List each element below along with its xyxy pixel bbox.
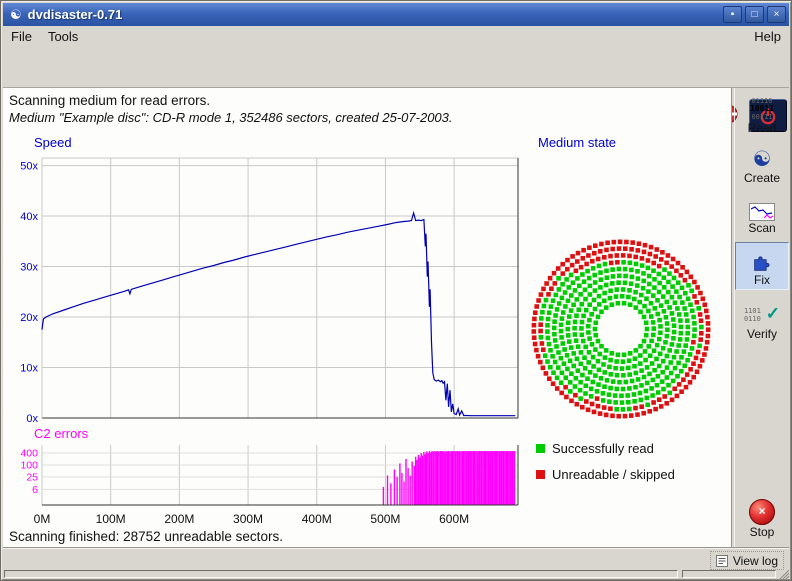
log-icon (716, 555, 728, 567)
svg-text:10x: 10x (20, 363, 38, 375)
status-headline: Scanning medium for read errors. (9, 93, 210, 108)
toolbar: Optical drive 52X FW 1.02 ▼ 01111001 (3, 47, 789, 88)
verify-check-icon: 1101 0110 ✓ (744, 305, 780, 327)
scan-graph-icon (749, 203, 775, 221)
verify-button-label: Verify (747, 327, 777, 341)
view-log-button[interactable]: View log (710, 551, 784, 570)
app-window: ☯ dvdisaster-0.71 ▪ □ × File Tools Help … (0, 0, 792, 581)
svg-text:50x: 50x (20, 161, 38, 173)
svg-text:200M: 200M (164, 512, 194, 526)
stop-button-label: Stop (750, 525, 775, 539)
app-icon: ☯ (10, 3, 22, 26)
svg-text:100M: 100M (96, 512, 126, 526)
titlebar[interactable]: ☯ dvdisaster-0.71 ▪ □ × (3, 3, 789, 26)
legend-bad: Unreadable / skipped (536, 467, 675, 482)
result-text: Scanning finished: 28752 unreadable sect… (9, 529, 283, 544)
speed-chart-title: Speed (34, 135, 72, 150)
minimize-button[interactable]: ▪ (723, 6, 742, 23)
menu-spacer (86, 27, 746, 47)
svg-text:6: 6 (32, 484, 38, 496)
svg-text:400: 400 (20, 447, 38, 459)
fix-button[interactable]: Fix (735, 242, 789, 290)
verify-button[interactable]: 1101 0110 ✓ Verify (735, 294, 789, 344)
svg-text:300M: 300M (233, 512, 263, 526)
svg-text:0M: 0M (34, 512, 51, 526)
read-button[interactable]: 01110 10011 00111 Read (735, 92, 789, 138)
fix-button-label: Fix (754, 273, 770, 287)
menubar: File Tools Help (3, 27, 789, 47)
svg-text:600M: 600M (439, 512, 469, 526)
svg-text:20x: 20x (20, 312, 38, 324)
svg-text:0x: 0x (26, 413, 38, 425)
svg-text:100: 100 (20, 460, 38, 472)
statusbar (3, 569, 789, 579)
create-button[interactable]: ☯ Create (735, 142, 789, 188)
statusbar-panel-right (682, 570, 776, 578)
legend-good: Successfully read (536, 441, 654, 456)
svg-text:40x: 40x (20, 211, 38, 223)
status-subline: Medium "Example disc": CD-R mode 1, 3524… (9, 110, 453, 125)
disc-state-graphic (520, 230, 722, 432)
svg-text:25: 25 (26, 472, 38, 484)
bottom-bar: View log (3, 547, 789, 570)
statusbar-panel (4, 570, 678, 578)
legend-bad-label: Unreadable / skipped (552, 467, 675, 482)
speed-and-c2-chart: 0M 100M 200M 300M 400M 500M 600M 0x 10x 20x 30x 40x… (5, 150, 525, 532)
menu-help[interactable]: Help (746, 27, 789, 47)
close-button[interactable]: × (767, 6, 786, 23)
menu-file[interactable]: File (3, 27, 40, 47)
binary-read-icon: 01110 10011 00111 (750, 97, 774, 121)
stop-x-icon: × (749, 499, 775, 525)
window-title: dvdisaster-0.71 (28, 7, 723, 22)
svg-text:400M: 400M (302, 512, 332, 526)
legend-bad-swatch (536, 470, 545, 479)
legend-good-label: Successfully read (552, 441, 654, 456)
scan-canvas: Scanning medium for read errors. Medium … (3, 88, 731, 547)
scan-button[interactable]: Scan (735, 192, 789, 238)
read-button-label: Read (748, 121, 777, 135)
stop-button[interactable]: × Stop (735, 496, 789, 542)
svg-text:500M: 500M (370, 512, 400, 526)
scan-button-label: Scan (748, 221, 775, 235)
yin-yang-icon: ☯ (753, 149, 772, 171)
legend-good-swatch (536, 444, 545, 453)
menu-tools[interactable]: Tools (40, 27, 86, 47)
maximize-button[interactable]: □ (745, 6, 764, 23)
view-log-label: View log (733, 554, 778, 568)
resize-grip[interactable] (778, 569, 789, 579)
svg-text:30x: 30x (20, 262, 38, 274)
puzzle-piece-icon (751, 251, 773, 273)
medium-state-title: Medium state (538, 135, 616, 150)
create-button-label: Create (744, 171, 780, 185)
c2-chart-title: C2 errors (34, 426, 88, 441)
